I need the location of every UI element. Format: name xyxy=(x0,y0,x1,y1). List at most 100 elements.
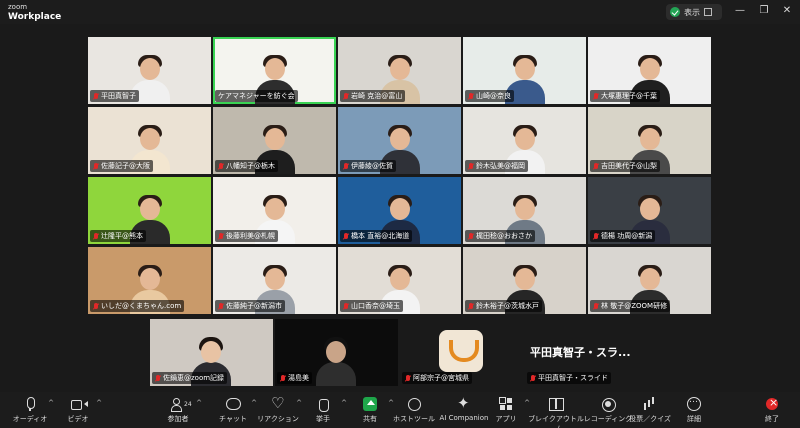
video-tile[interactable]: 湯島美 xyxy=(275,319,398,386)
breakout-rooms-icon xyxy=(549,397,564,411)
screenshare-title: 平田真智子・スラ... xyxy=(530,346,631,359)
mic-off-icon xyxy=(93,302,99,310)
video-tile[interactable]: 山崎@奈良 xyxy=(463,37,586,104)
participant-name-tag: 辻隆平@熊本 xyxy=(90,230,146,242)
chevron-up-icon[interactable]: ^ xyxy=(96,399,102,407)
breakout-rooms-button[interactable]: ブレイクアウトルーム xyxy=(526,397,586,428)
participant-name-tag: 平田真智子 xyxy=(90,90,139,102)
video-button[interactable]: ビデオ ^ xyxy=(50,397,106,424)
hand-icon xyxy=(316,397,330,412)
meeting-toolbar: オーディオ^ ビデオ^ 24参加者^ チャット^ リアクション^ 挙手^ 共有^… xyxy=(0,392,800,428)
mic-off-icon xyxy=(468,232,474,240)
participant-name-tag: ケアマネジャーを紡ぐ会 xyxy=(215,90,298,102)
chevron-up-icon[interactable]: ^ xyxy=(196,399,202,407)
minimize-button[interactable]: — xyxy=(733,5,747,16)
mic-off-icon xyxy=(468,92,474,100)
video-tile[interactable]: 佐鍋恵@zoom記録 xyxy=(150,319,273,386)
mic-off-icon xyxy=(530,374,536,382)
participant-name-tag: 鈴木裕子@茨城水戸 xyxy=(465,300,542,312)
restore-button[interactable]: ❐ xyxy=(757,5,771,16)
mic-off-icon xyxy=(343,92,349,100)
video-tile[interactable]: ケアマネジャーを紡ぐ会 xyxy=(213,37,336,104)
mic-off-icon xyxy=(218,162,224,170)
mic-off-icon xyxy=(218,302,224,310)
mic-off-icon xyxy=(593,232,599,240)
video-tile[interactable]: 辻隆平@熊本 xyxy=(88,177,211,244)
participant-name-tag: 林 敬子@ZOOM研修 xyxy=(590,300,671,312)
participant-name-tag: 佐藤記子@大阪 xyxy=(90,160,153,172)
participant-name-tag: 湯島美 xyxy=(277,372,312,384)
video-tile[interactable]: 後藤利美@札幌 xyxy=(213,177,336,244)
poll-icon xyxy=(643,397,657,411)
video-tile[interactable]: 阿部宗子@宮城県 xyxy=(400,319,523,386)
video-tile[interactable]: 林 敬子@ZOOM研修 xyxy=(588,247,711,314)
end-meeting-button[interactable]: 終了 xyxy=(744,396,800,424)
participants-button[interactable]: 24 参加者 ^ xyxy=(150,397,206,424)
video-tile[interactable]: いしだ@くまちゃん.com xyxy=(88,247,211,314)
mic-off-icon xyxy=(280,374,286,382)
grid-icon xyxy=(704,8,712,16)
end-call-icon xyxy=(765,396,779,411)
video-tile[interactable]: 八幡知子@栃木 xyxy=(213,107,336,174)
video-tile[interactable]: 鈴木弘美@福岡 xyxy=(463,107,586,174)
participant-name-tag: 伊藤綾@佐賀 xyxy=(340,160,396,172)
camera-icon xyxy=(71,397,88,411)
participant-name-tag: 後藤利美@札幌 xyxy=(215,230,278,242)
mic-off-icon xyxy=(468,302,474,310)
video-tile[interactable]: 山口香奈@埼玉 xyxy=(338,247,461,314)
participants-count: 24 xyxy=(184,401,192,408)
video-tile[interactable]: 大塚惠理子@千葉 xyxy=(588,37,711,104)
mic-off-icon xyxy=(218,232,224,240)
mic-off-icon xyxy=(155,374,161,382)
close-button[interactable]: ✕ xyxy=(780,5,794,16)
participant-name-tag: 橋本 直裕@北海道 xyxy=(340,230,413,242)
mic-off-icon xyxy=(593,302,599,310)
view-button[interactable]: 表示 xyxy=(666,4,722,20)
mic-off-icon xyxy=(593,162,599,170)
mic-off-icon xyxy=(343,162,349,170)
participant-name-tag: 德楊 功周@新潟 xyxy=(590,230,656,242)
apps-icon xyxy=(499,397,513,411)
video-tile[interactable]: 岩崎 克治@富山 xyxy=(338,37,461,104)
mic-off-icon xyxy=(93,232,99,240)
participant-name-tag: 鈴木弘美@福岡 xyxy=(465,160,528,172)
shield-icon xyxy=(407,397,421,411)
video-tile[interactable]: 佐藤純子@新潟市 xyxy=(213,247,336,314)
mic-off-icon xyxy=(93,92,99,100)
video-tile[interactable]: 伊藤綾@佐賀 xyxy=(338,107,461,174)
more-button[interactable]: 詳細 xyxy=(666,395,722,424)
participant-name-tag: 大塚惠理子@千葉 xyxy=(590,90,660,102)
record-icon xyxy=(601,397,616,412)
video-tile[interactable]: 鈴木裕子@茨城水戸 xyxy=(463,247,586,314)
video-tile[interactable]: 橋本 直裕@北海道 xyxy=(338,177,461,244)
mic-off-icon xyxy=(593,92,599,100)
video-tile[interactable]: 平田真智子 xyxy=(88,37,211,104)
more-icon xyxy=(687,395,701,411)
participant-name-tag: 吉田美代子@山梨 xyxy=(590,160,660,172)
profile-picture xyxy=(439,330,483,372)
share-screen-icon xyxy=(363,397,377,411)
participant-name-tag: 山口香奈@埼玉 xyxy=(340,300,403,312)
video-tile[interactable]: 德楊 功周@新潟 xyxy=(588,177,711,244)
shield-icon xyxy=(670,7,680,17)
view-label: 表示 xyxy=(684,7,700,17)
mic-off-icon xyxy=(405,374,411,382)
heart-icon xyxy=(271,394,285,412)
video-tile[interactable]: 佐藤記子@大阪 xyxy=(88,107,211,174)
participant-name-tag: 岩崎 克治@富山 xyxy=(340,90,406,102)
title-bar: zoom Workplace 表示 — ❐ ✕ xyxy=(0,0,800,24)
participant-name-tag: 平田真智子・スライド xyxy=(527,372,611,384)
video-tile[interactable]: 吉田美代子@山梨 xyxy=(588,107,711,174)
microphone-icon xyxy=(23,397,37,411)
chat-icon xyxy=(226,397,241,411)
host-tools-button[interactable]: ホストツール xyxy=(386,397,442,424)
participant-name-tag: いしだ@くまちゃん.com xyxy=(90,300,185,312)
participant-name-tag: 佐藤純子@新潟市 xyxy=(215,300,285,312)
mic-off-icon xyxy=(468,162,474,170)
mic-off-icon xyxy=(343,232,349,240)
mic-off-icon xyxy=(93,162,99,170)
participant-name-tag: 梶田稔@おおさか xyxy=(465,230,535,242)
participants-icon xyxy=(171,397,185,412)
video-tile[interactable]: 梶田稔@おおさか xyxy=(463,177,586,244)
mic-off-icon xyxy=(343,302,349,310)
